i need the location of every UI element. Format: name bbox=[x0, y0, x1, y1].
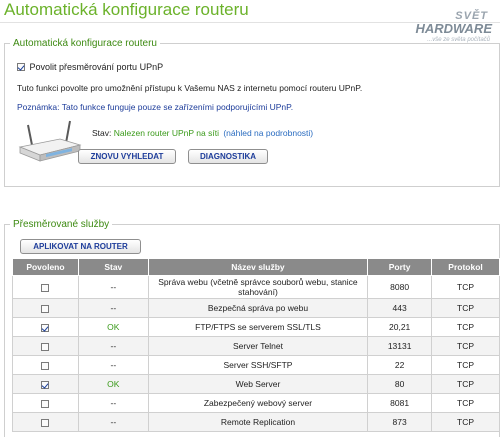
services-table: Povoleno Stav Název služby Porty Protoko… bbox=[12, 258, 500, 432]
upnp-enable-checkbox[interactable] bbox=[17, 62, 25, 71]
row-protocol: TCP bbox=[431, 298, 500, 318]
row-status: -- bbox=[77, 336, 149, 356]
row-enabled-checkbox[interactable] bbox=[41, 304, 50, 313]
row-protocol: TCP bbox=[431, 317, 500, 337]
row-ports: 13131 bbox=[367, 336, 433, 356]
row-enabled-cell bbox=[12, 374, 79, 394]
row-enabled-cell bbox=[12, 275, 79, 299]
upnp-description: Tuto funkci povolte pro umožnění přístup… bbox=[17, 83, 363, 93]
upnp-status-row: Stav: Nalezen router UPnP na síti (náhle… bbox=[92, 128, 313, 138]
status-value: Nalezen router UPnP na síti bbox=[113, 128, 219, 138]
table-row: -- Server SSH/SFTP 22 TCP bbox=[12, 355, 500, 375]
upnp-section-legend: Automatická konfigurace routeru bbox=[13, 38, 157, 49]
col-status[interactable]: Stav bbox=[77, 258, 149, 276]
row-protocol: TCP bbox=[431, 374, 500, 394]
row-status: -- bbox=[77, 412, 149, 432]
row-enabled-cell bbox=[12, 317, 79, 337]
row-protocol: TCP bbox=[431, 355, 500, 375]
upnp-note: Poznámka: Tato funkce funguje pouze se z… bbox=[17, 102, 294, 112]
row-enabled-cell bbox=[12, 412, 79, 432]
row-ports: 22 bbox=[367, 355, 433, 375]
col-ports[interactable]: Porty bbox=[367, 258, 433, 276]
status-label: Stav: bbox=[92, 128, 112, 138]
table-row: -- Zabezpečený webový server 8081 TCP bbox=[12, 393, 500, 413]
row-enabled-cell bbox=[12, 355, 79, 375]
rescan-button[interactable]: ZNOVU VYHLEDAT bbox=[78, 149, 176, 164]
row-ports: 8080 bbox=[367, 275, 433, 299]
row-service-name: Server Telnet bbox=[147, 336, 369, 356]
row-service-name: FTP/FTPS se serverem SSL/TLS bbox=[147, 317, 369, 337]
row-enabled-cell bbox=[12, 336, 79, 356]
row-protocol: TCP bbox=[431, 412, 500, 432]
row-enabled-checkbox[interactable] bbox=[41, 418, 50, 427]
row-enabled-checkbox[interactable] bbox=[41, 380, 50, 389]
row-status: -- bbox=[77, 275, 149, 299]
row-status: -- bbox=[77, 298, 149, 318]
row-ports: 20,21 bbox=[367, 317, 433, 337]
upnp-enable-row[interactable]: Povolit přesměrování portu UPnP bbox=[17, 61, 163, 72]
row-status: OK bbox=[77, 374, 149, 394]
table-row: OK Web Server 80 TCP bbox=[12, 374, 500, 394]
logo-line2: HARDWARE bbox=[415, 21, 492, 36]
row-status: -- bbox=[77, 355, 149, 375]
row-enabled-checkbox[interactable] bbox=[41, 283, 50, 292]
row-enabled-cell bbox=[12, 298, 79, 318]
row-service-name: Správa webu (včetně správce souborů webu… bbox=[147, 275, 369, 299]
row-enabled-checkbox[interactable] bbox=[41, 399, 50, 408]
router-icon bbox=[18, 120, 82, 162]
row-service-name: Web Server bbox=[147, 374, 369, 394]
row-enabled-checkbox[interactable] bbox=[41, 323, 50, 332]
col-protocol[interactable]: Protokol bbox=[431, 258, 500, 276]
col-service-name[interactable]: Název služby bbox=[147, 258, 369, 276]
row-status: OK bbox=[77, 317, 149, 337]
row-service-name: Zabezpečený webový server bbox=[147, 393, 369, 413]
row-service-name: Bezpečná správa po webu bbox=[147, 298, 369, 318]
row-protocol: TCP bbox=[431, 336, 500, 356]
upnp-enable-label: Povolit přesměrování portu UPnP bbox=[29, 61, 164, 72]
row-service-name: Remote Replication bbox=[147, 412, 369, 432]
table-row: OK FTP/FTPS se serverem SSL/TLS 20,21 TCP bbox=[12, 317, 500, 337]
row-enabled-checkbox[interactable] bbox=[41, 342, 50, 351]
row-status: -- bbox=[77, 393, 149, 413]
row-service-name: Server SSH/SFTP bbox=[147, 355, 369, 375]
page-title: Automatická konfigurace routeru bbox=[4, 0, 249, 19]
apply-to-router-button[interactable]: APLIKOVAT NA ROUTER bbox=[20, 239, 141, 254]
table-row: -- Remote Replication 873 TCP bbox=[12, 412, 500, 432]
row-protocol: TCP bbox=[431, 275, 500, 299]
table-header-row: Povoleno Stav Název služby Porty Protoko… bbox=[12, 258, 500, 276]
table-row: -- Bezpečná správa po webu 443 TCP bbox=[12, 298, 500, 318]
row-ports: 8081 bbox=[367, 393, 433, 413]
services-section-legend: Přesměrované služby bbox=[13, 219, 110, 230]
row-protocol: TCP bbox=[431, 393, 500, 413]
diagnostics-button[interactable]: DIAGNOSTIKA bbox=[188, 149, 268, 164]
status-details-link[interactable]: (náhled na podrobnosti) bbox=[223, 128, 313, 138]
table-row: -- Server Telnet 13131 TCP bbox=[12, 336, 500, 356]
row-enabled-checkbox[interactable] bbox=[41, 361, 50, 370]
table-row: -- Správa webu (včetně správce souborů we… bbox=[12, 275, 500, 299]
row-enabled-cell bbox=[12, 393, 79, 413]
col-enabled[interactable]: Povoleno bbox=[12, 258, 79, 276]
row-ports: 80 bbox=[367, 374, 433, 394]
row-ports: 443 bbox=[367, 298, 433, 318]
row-ports: 873 bbox=[367, 412, 433, 432]
